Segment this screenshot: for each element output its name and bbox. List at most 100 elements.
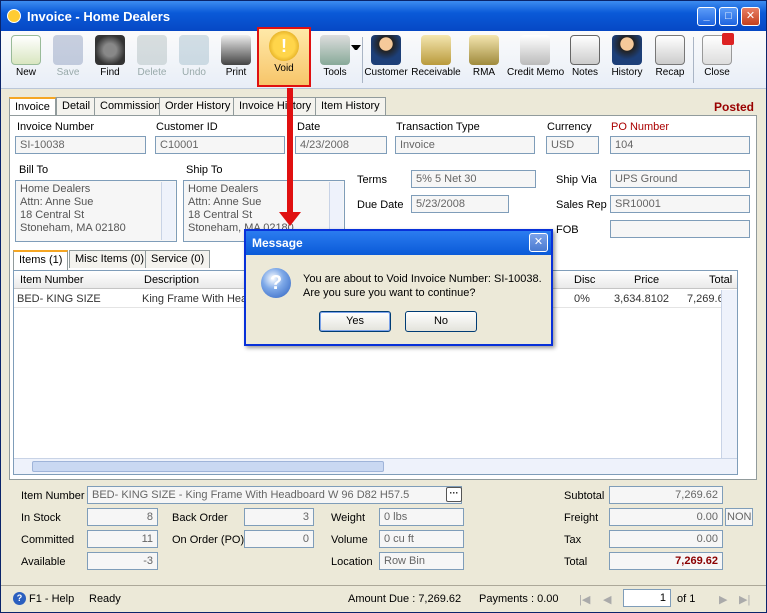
tab-items[interactable]: Items (1) [13,250,69,270]
column-header-item-number[interactable]: Item Number [20,274,84,286]
tab-detail[interactable]: Detail [56,97,97,115]
date-field[interactable]: 4/23/2008 [295,136,387,154]
dialog-message: You are about to Void Invoice Number: SI… [303,272,542,300]
annotation-arrow [287,88,293,217]
column-header-price[interactable]: Price [634,274,659,286]
notes-button[interactable]: Notes [567,33,603,87]
void-button[interactable]: ! Void [257,27,311,87]
sales-rep-field[interactable]: SR10001 [610,195,750,213]
back-order-field[interactable]: 3 [244,508,314,526]
undo-icon [179,35,209,65]
tools-button[interactable]: Tools [313,33,357,87]
next-page-icon[interactable]: ▶ [719,593,727,606]
find-button[interactable]: Find [91,33,129,87]
transaction-type-label: Transaction Type [396,121,480,133]
history-person-icon [612,35,642,65]
help-icon: ? [13,592,26,605]
item-number-field[interactable]: BED- KING SIZE - King Frame With Headboa… [87,486,462,504]
item-lookup-button[interactable]: ··· [446,487,462,502]
in-stock-field[interactable]: 8 [87,508,158,526]
bill-to-address[interactable]: Home Dealers Attn: Anne Sue 18 Central S… [15,180,177,242]
column-header-description[interactable]: Description [144,274,199,286]
on-order-label: On Order (PO) [172,534,245,546]
undo-button[interactable]: Undo [175,33,213,87]
grid-horizontal-scrollbar[interactable] [14,458,737,474]
due-date-field[interactable]: 5/23/2008 [411,195,509,213]
location-field[interactable]: Row Bin [379,552,464,570]
save-icon [53,35,83,65]
bill-to-line: 18 Central St [20,209,85,221]
last-page-icon[interactable]: ▶| [739,593,750,606]
tab-order-history[interactable]: Order History [159,97,237,115]
weight-field[interactable]: 0 lbs [379,508,464,526]
new-button[interactable]: New [7,33,45,87]
subtotal-field[interactable]: 7,269.62 [609,486,723,504]
maximize-button[interactable]: □ [719,7,738,26]
question-icon: ? [261,268,291,298]
close-button[interactable]: Close [697,33,737,87]
dialog-message-line: Are you sure you want to continue? [303,287,476,299]
tab-invoice-history[interactable]: Invoice History [233,97,318,115]
printer-icon [221,35,251,65]
previous-page-icon[interactable]: ◀ [603,593,611,606]
close-icon [702,33,734,65]
freight-code-field[interactable]: NON [725,508,753,526]
credit-memo-button[interactable]: Credit Memo [507,33,564,87]
receivable-button[interactable]: Receivable [411,33,461,87]
tab-commission[interactable]: Commission [94,97,167,115]
bill-to-scrollbar[interactable] [161,182,175,240]
fob-field[interactable] [610,220,750,238]
tab-invoice[interactable]: Invoice [9,97,56,117]
total-field[interactable]: 7,269.62 [609,552,723,570]
minimize-button[interactable]: _ [697,7,716,26]
history-button[interactable]: History [607,33,647,87]
freight-label: Freight [564,512,599,524]
dialog-close-button[interactable]: ✕ [529,233,548,252]
customer-button[interactable]: Customer [364,33,408,87]
tools-dropdown-arrow[interactable] [351,45,361,55]
tab-service[interactable]: Service (0) [145,250,211,268]
customer-id-field[interactable]: C10001 [155,136,285,154]
print-button[interactable]: Print [217,33,255,87]
rma-button[interactable]: RMA [467,33,501,87]
recap-button[interactable]: Recap [651,33,689,87]
help-hint[interactable]: F1 - Help [29,593,74,605]
currency-field[interactable]: USD [546,136,599,154]
delete-button[interactable]: Delete [133,33,171,87]
scrollbar-thumb[interactable] [32,461,384,472]
tax-label: Tax [564,534,582,546]
bill-to-line: Stoneham, MA 02180 [20,222,126,234]
terms-field[interactable]: 5% 5 Net 30 [411,170,536,188]
available-field[interactable]: -3 [87,552,158,570]
warning-icon: ! [269,31,299,61]
committed-label: Committed [21,534,75,546]
tax-field[interactable]: 0.00 [609,530,723,548]
ship-via-field[interactable]: UPS Ground [610,170,750,188]
date-label: Date [297,121,321,133]
grid-vertical-scrollbar[interactable] [721,290,737,458]
po-number-field[interactable]: 104 [610,136,750,154]
on-order-field[interactable]: 0 [244,530,314,548]
customer-person-icon [371,35,401,65]
ship-to-line: 18 Central St [188,209,253,221]
tab-item-history[interactable]: Item History [315,97,386,115]
column-header-total[interactable]: Total [709,274,732,286]
dialog-title: Message [246,231,551,255]
column-header-disc[interactable]: Disc [574,274,595,286]
tab-misc-items[interactable]: Misc Items (0) [69,250,151,268]
committed-field[interactable]: 11 [87,530,158,548]
volume-field[interactable]: 0 cu ft [379,530,464,548]
invoice-number-field[interactable]: SI-10038 [15,136,146,154]
transaction-type-field[interactable]: Invoice [395,136,535,154]
page-number-input[interactable]: 1 [623,589,671,607]
annotation-arrowhead [279,212,301,226]
cell-item-number: BED- KING SIZE [17,293,101,305]
save-button[interactable]: Save [49,33,87,87]
close-window-button[interactable]: ✕ [741,7,760,26]
yes-button[interactable]: Yes [319,311,391,332]
subtotal-label: Subtotal [564,490,605,502]
no-button[interactable]: No [405,311,477,332]
freight-field[interactable]: 0.00 [609,508,723,526]
first-page-icon[interactable]: |◀ [579,593,590,606]
status-text: Ready [89,593,121,605]
